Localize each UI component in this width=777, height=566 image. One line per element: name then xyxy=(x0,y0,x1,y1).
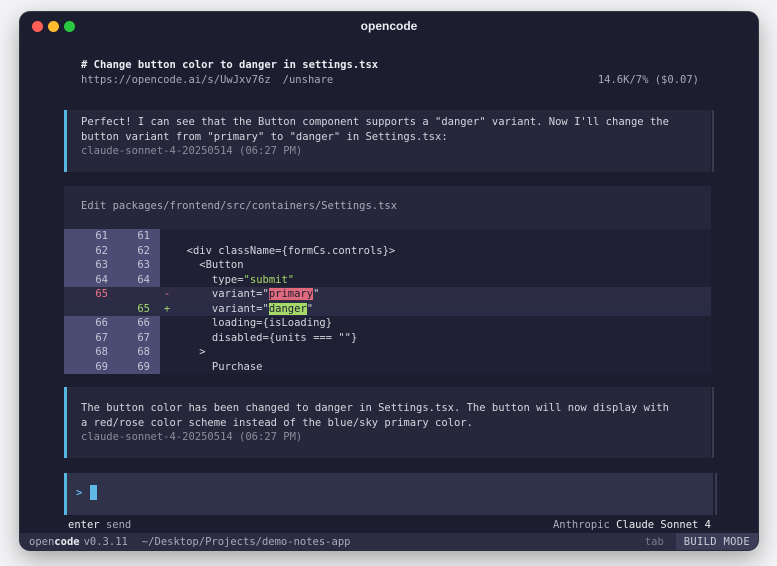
assistant-message: Perfect! I can see that the Button compo… xyxy=(64,110,714,172)
provider-name: Anthropic xyxy=(552,519,610,531)
old-line-number: 61 xyxy=(95,230,108,242)
message-line: The button color has been changed to dan… xyxy=(81,402,669,414)
new-line-number: 63 xyxy=(137,259,150,271)
new-line-number: 66 xyxy=(137,317,150,329)
app-logo: opencode xyxy=(29,535,80,548)
message-line: a red/rose color scheme instead of the b… xyxy=(81,416,473,429)
deletion-marker: - xyxy=(163,288,171,300)
session-view: # Change button color to danger in setti… xyxy=(20,40,758,550)
usage-stats: 14.6K/7% ($0.07) xyxy=(597,74,699,86)
diff-row: 69 69 Purchase xyxy=(64,359,711,374)
model-name[interactable]: Claude Sonnet 4 xyxy=(616,519,711,531)
send-label: send xyxy=(105,519,132,531)
new-line-number: 67 xyxy=(137,331,150,344)
diff-row: 61 61 xyxy=(64,229,711,244)
old-line-number: 65 xyxy=(95,288,108,300)
diff-code: Purchase xyxy=(174,360,263,373)
old-line-number: 63 xyxy=(95,259,108,271)
old-line-number: 66 xyxy=(95,317,108,329)
diff-row: 68 68 > xyxy=(64,345,711,360)
diff-row-added: 65 + variant="danger" xyxy=(64,301,711,317)
prompt-icon: > xyxy=(76,487,83,499)
message-meta: claude-sonnet-4-20250514 (06:27 PM) xyxy=(81,431,303,443)
old-line-number: 64 xyxy=(95,273,108,286)
diff-code: > xyxy=(174,346,206,358)
status-bar: opencode v0.3.11 ~/Desktop/Projects/demo… xyxy=(20,533,758,550)
diff-row-deleted: 65 - variant="primary" xyxy=(64,287,711,302)
unshare-command[interactable]: /unshare xyxy=(283,74,334,86)
app-version: v0.3.11 xyxy=(83,535,128,548)
session-header: # Change button color to danger in setti… xyxy=(81,59,699,89)
tab-hint: tab xyxy=(644,535,664,548)
send-key: enter xyxy=(68,519,100,531)
title-bar: opencode xyxy=(20,12,758,40)
old-line-number: 62 xyxy=(95,244,108,257)
terminal-window: opencode # Change button color to danger… xyxy=(20,12,758,550)
diff-code: variant="primary" xyxy=(174,288,320,300)
diff-code: <div className={formCs.controls}> xyxy=(174,244,396,257)
session-title: # Change button color to danger in setti… xyxy=(81,59,379,71)
diff-row: 62 62 <div className={formCs.controls}> xyxy=(64,243,711,258)
new-line-number: 65 xyxy=(137,302,150,315)
input-hints: enter send Anthropic Claude Sonnet 4 xyxy=(68,519,711,531)
mode-indicator[interactable]: BUILD MODE xyxy=(675,533,758,550)
edit-title: Edit packages/frontend/src/containers/Se… xyxy=(81,200,398,212)
new-line-number xyxy=(108,287,150,302)
diff-code: disabled={units === ""} xyxy=(174,331,358,344)
chat-input[interactable]: > xyxy=(64,473,717,515)
new-line-number: 61 xyxy=(137,230,150,242)
new-line-number: 68 xyxy=(137,346,150,358)
message-line: button variant from "primary" to "danger… xyxy=(81,130,448,143)
new-line-number: 62 xyxy=(137,244,150,257)
diff-row: 66 66 loading={isLoading} xyxy=(64,316,711,331)
new-line-number: 69 xyxy=(137,360,150,373)
message-meta: claude-sonnet-4-20250514 (06:27 PM) xyxy=(81,145,303,157)
diff-view: 61 61 62 62 <div className={formCs.control… xyxy=(64,229,711,374)
diff-code: type="submit" xyxy=(174,273,295,286)
assistant-message: The button color has been changed to dan… xyxy=(64,387,714,458)
session-info-row: https://opencode.ai/s/UwJxv76z/unshare 1… xyxy=(81,74,699,89)
message-line: Perfect! I can see that the Button compo… xyxy=(81,116,669,128)
diff-code: variant="danger" xyxy=(174,302,314,315)
old-line-number: 68 xyxy=(95,346,108,358)
diff-row: 67 67 disabled={units === ""} xyxy=(64,330,711,345)
old-line-number: 67 xyxy=(95,331,108,344)
diff-row: 63 63 <Button xyxy=(64,258,711,273)
addition-marker: + xyxy=(163,302,171,315)
working-directory: ~/Desktop/Projects/demo-notes-app xyxy=(141,535,351,548)
diff-code: <Button xyxy=(174,259,244,271)
window-title: opencode xyxy=(360,19,418,33)
text-cursor xyxy=(90,485,97,500)
new-line-number: 64 xyxy=(137,273,150,286)
old-line-number: 69 xyxy=(95,360,108,373)
diff-row: 64 64 type="submit" xyxy=(64,272,711,287)
diff-code: loading={isLoading} xyxy=(174,317,333,329)
old-line-number xyxy=(64,302,108,317)
share-link[interactable]: https://opencode.ai/s/UwJxv76z xyxy=(81,74,271,86)
edit-tool-block: Edit packages/frontend/src/containers/Se… xyxy=(64,186,711,374)
